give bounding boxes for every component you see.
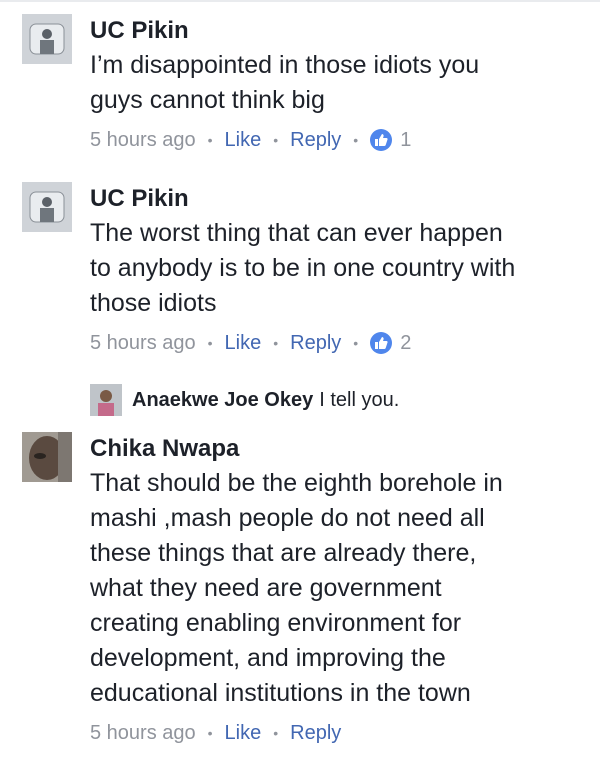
thumbs-up-icon[interactable] xyxy=(370,129,393,151)
comment-meta: 5 hours ago • Like • Reply xyxy=(90,717,582,749)
comment-text-line: I’m disappointed in those idiots you xyxy=(90,51,480,79)
avatar[interactable] xyxy=(22,182,72,232)
timestamp[interactable]: 5 hours ago xyxy=(90,722,196,745)
comment-text-line: to anybody is to be in one country with xyxy=(90,254,516,282)
like-button[interactable]: Like xyxy=(225,332,262,355)
comment-author[interactable]: UC Pikin xyxy=(90,182,582,216)
reply-button[interactable]: Reply xyxy=(290,129,341,152)
comment-text-line: guys cannot think big xyxy=(90,86,325,114)
top-divider xyxy=(0,0,600,2)
reply-button[interactable]: Reply xyxy=(290,332,341,355)
avatar[interactable] xyxy=(22,432,72,482)
comment-text-line: mashi ,mash people do not need all xyxy=(90,504,485,532)
comment-text: That should be the eighth borehole in ma… xyxy=(90,466,582,711)
comment-text-line: creating enabling environment for xyxy=(90,609,462,637)
separator: • xyxy=(207,132,213,148)
reply-button[interactable]: Reply xyxy=(290,722,341,745)
comment-text-line: development, and improving the xyxy=(90,644,446,672)
comment-text-line: those idiots xyxy=(90,289,217,317)
reply-author[interactable]: Anaekwe Joe Okey xyxy=(132,389,313,412)
reply-preview[interactable]: Anaekwe Joe Okey I tell you. xyxy=(90,384,399,416)
comment-text-line: That should be the eighth borehole in xyxy=(90,469,503,497)
separator: • xyxy=(207,725,213,741)
comment-meta: 5 hours ago • Like • Reply • 2 xyxy=(90,327,582,359)
like-button[interactable]: Like xyxy=(225,129,262,152)
timestamp[interactable]: 5 hours ago xyxy=(90,332,196,355)
comment-text: I’m disappointed in those idiots you guy… xyxy=(90,48,582,118)
comment-text-line: these things that are already there, xyxy=(90,539,477,567)
separator: • xyxy=(207,335,213,351)
thumbs-up-icon[interactable] xyxy=(370,332,393,354)
separator: • xyxy=(273,725,279,741)
separator: • xyxy=(353,132,359,148)
separator: • xyxy=(273,335,279,351)
comment-text-line: what they need are government xyxy=(90,574,442,602)
comment-author[interactable]: UC Pikin xyxy=(90,14,582,48)
reply-text: I tell you. xyxy=(319,388,400,411)
avatar[interactable] xyxy=(90,384,122,416)
separator: • xyxy=(273,132,279,148)
timestamp[interactable]: 5 hours ago xyxy=(90,129,196,152)
comment-text: The worst thing that can ever happen to … xyxy=(90,216,582,321)
reaction-count[interactable]: 2 xyxy=(400,332,411,355)
comment-text-line: educational institutions in the town xyxy=(90,679,471,707)
comment-meta: 5 hours ago • Like • Reply • 1 xyxy=(90,124,582,156)
comment-author[interactable]: Chika Nwapa xyxy=(90,432,582,466)
avatar[interactable] xyxy=(22,14,72,64)
separator: • xyxy=(353,335,359,351)
comment-text-line: The worst thing that can ever happen xyxy=(90,219,503,247)
reaction-count[interactable]: 1 xyxy=(400,129,411,152)
like-button[interactable]: Like xyxy=(225,722,262,745)
